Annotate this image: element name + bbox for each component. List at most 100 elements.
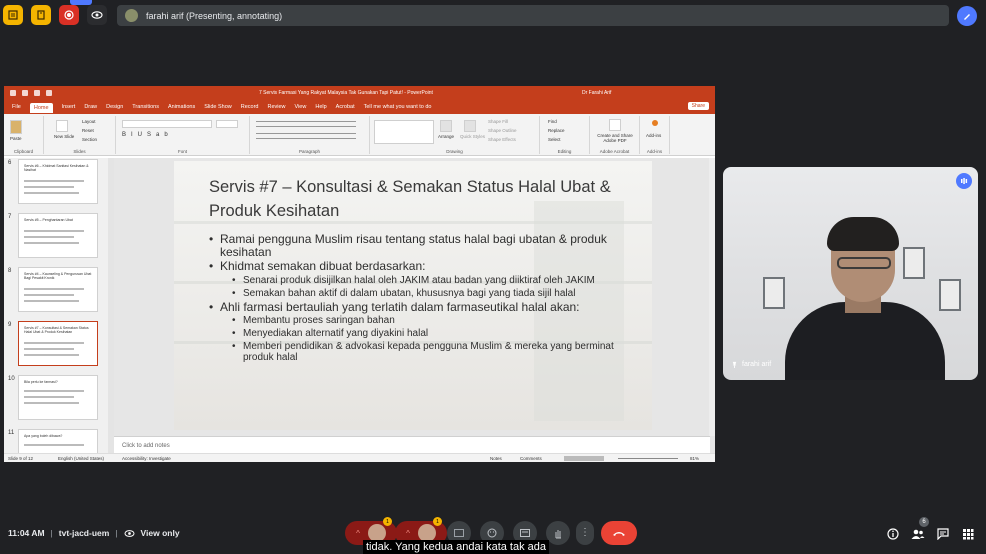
section-button[interactable]: Section <box>82 137 97 142</box>
top-bar: farahi arif (Presenting, annotating) <box>0 0 986 30</box>
new-slide-icon[interactable] <box>56 120 68 132</box>
group-slides: New Slide Layout Reset Section Slides <box>44 116 116 154</box>
tab-help[interactable]: Help <box>315 104 326 110</box>
tab-record[interactable]: Record <box>241 104 259 110</box>
activities-icon[interactable] <box>960 526 976 542</box>
new-slide-button[interactable]: New Slide <box>54 134 74 139</box>
list-icons[interactable] <box>256 121 356 127</box>
slide-thumbnail[interactable]: Bila perlu ke farmasi? <box>18 375 98 420</box>
sub-bullet: Menyediakan alternatif yang diyakini hal… <box>232 328 619 339</box>
group-font: BIUSab Font <box>116 116 250 154</box>
tab-insert[interactable]: Insert <box>62 104 76 110</box>
arrange-icon[interactable] <box>440 120 452 132</box>
arrange-button[interactable]: Arrange <box>438 134 454 139</box>
doc-icon[interactable] <box>31 5 51 25</box>
font-name-select[interactable] <box>122 120 212 128</box>
slide-thumbnail[interactable]: Servis #6 – Khidmat Sanitasi Kesihatan &… <box>18 159 98 204</box>
add-ins-icon[interactable] <box>652 120 658 126</box>
participant-video-tile[interactable]: farahi arif <box>723 167 978 380</box>
reset-button[interactable]: Reset <box>82 128 94 133</box>
group-label: Editing <box>557 149 572 154</box>
tab-slide-show[interactable]: Slide Show <box>204 104 232 110</box>
live-caption: tidak. Yang kedua andai kata tak ada <box>363 540 550 554</box>
chevron-up-icon[interactable]: ^ <box>406 529 410 538</box>
meeting-code[interactable]: tvt-jacd-uem <box>59 528 110 538</box>
tab-home[interactable]: Home <box>29 103 53 113</box>
tab-acrobat[interactable]: Acrobat <box>336 104 355 110</box>
eye-icon <box>124 529 135 537</box>
leave-call-button[interactable] <box>601 521 637 545</box>
accessibility-status[interactable]: Accessibility: Investigate <box>122 456 171 461</box>
slide-thumbnail[interactable]: Servis #4 – Kaunseling & Pengurusan Ubat… <box>18 267 98 312</box>
sub-bullets: Senarai produk disijilkan halal oleh JAK… <box>220 275 619 299</box>
avatar <box>125 9 138 22</box>
emoji-icon <box>487 528 497 538</box>
info-icon[interactable] <box>885 526 901 542</box>
thumb-title: Servis #7 – Konsultasi & Semakan Status … <box>24 326 89 334</box>
select-button[interactable]: Select <box>548 137 561 142</box>
thumb-title: Bila perlu ke farmasi? <box>24 380 58 384</box>
annotate-pen-icon[interactable] <box>957 6 977 26</box>
presenting-text: farahi arif (Presenting, annotating) <box>146 10 283 21</box>
quick-styles-icon[interactable] <box>464 120 476 132</box>
tab-view[interactable]: View <box>295 104 307 110</box>
more-options-button[interactable]: ⋮ <box>576 521 594 545</box>
thumbnail-scrollbar[interactable] <box>108 158 114 455</box>
share-button[interactable]: Share <box>687 102 709 110</box>
meeting-info: 11:04 AM | tvt-jacd-uem | View only <box>8 528 180 538</box>
presenting-banner: farahi arif (Presenting, annotating) <box>117 5 949 26</box>
captions-icon <box>454 529 464 537</box>
tab-transitions[interactable]: Transitions <box>132 104 159 110</box>
zoom-slider[interactable] <box>618 458 678 459</box>
pdf-icon[interactable] <box>609 119 621 131</box>
language-indicator[interactable]: English (United States) <box>58 456 104 461</box>
tab-design[interactable]: Design <box>106 104 123 110</box>
group-label: Clipboard <box>13 149 34 154</box>
quick-styles-button[interactable]: Quick Styles <box>460 134 485 139</box>
shape-effects-button[interactable]: Shape Effects <box>488 137 516 142</box>
slide-canvas[interactable]: Servis #7 – Konsultasi & Semakan Status … <box>174 161 652 430</box>
tab-file[interactable]: File <box>12 104 21 110</box>
slide-thumbnail-selected[interactable]: Servis #7 – Konsultasi & Semakan Status … <box>18 321 98 366</box>
paste-icon[interactable] <box>10 120 22 134</box>
paste-button[interactable]: Paste <box>10 136 22 141</box>
shapes-gallery[interactable] <box>374 120 434 144</box>
view-buttons[interactable] <box>564 456 604 461</box>
shape-fill-button[interactable]: Shape Fill <box>488 119 508 124</box>
tab-animations[interactable]: Animations <box>168 104 195 110</box>
slide-scrollbar[interactable] <box>709 158 715 436</box>
group-label: Paragraph <box>298 149 320 154</box>
chevron-up-icon[interactable]: ^ <box>356 529 360 538</box>
font-size-select[interactable] <box>216 120 238 128</box>
chat-icon[interactable] <box>935 526 951 542</box>
align-icons[interactable] <box>256 133 356 139</box>
zoom-level[interactable]: 81% <box>690 456 699 461</box>
tab-draw[interactable]: Draw <box>84 104 97 110</box>
add-ins-button[interactable]: Add-ins <box>646 133 661 138</box>
notes-toggle[interactable]: Notes <box>490 456 502 461</box>
font-format-icons[interactable]: BIUSab <box>122 132 173 138</box>
eye-icon[interactable] <box>87 5 107 25</box>
raise-hand-button[interactable] <box>546 521 570 545</box>
record-icon[interactable] <box>59 5 79 25</box>
comments-toggle[interactable]: Comments <box>520 456 542 461</box>
create-share-pdf-button[interactable]: Create and Share Adobe PDF <box>592 133 638 143</box>
tab-review[interactable]: Review <box>267 104 285 110</box>
ribbon: Paste Clipboard New Slide Layout Reset S… <box>4 114 715 156</box>
slide-thumbnail[interactable]: Apa yang boleh dibawa? <box>18 429 98 455</box>
layout-button[interactable]: Layout <box>82 119 96 124</box>
tell-me-search[interactable]: Tell me what you want to do <box>364 104 432 110</box>
wall-frame <box>903 247 925 279</box>
group-drawing: Arrange Quick Styles Shape Fill Shape Ou… <box>370 116 540 154</box>
thumb-number: 8 <box>8 268 12 274</box>
quick-access-toolbar[interactable] <box>4 90 52 96</box>
shape-outline-button[interactable]: Shape Outline <box>488 128 517 133</box>
replace-button[interactable]: Replace <box>548 128 565 133</box>
more-vert-icon: ⋮ <box>580 527 590 538</box>
find-button[interactable]: Find <box>548 119 557 124</box>
present-icon <box>520 529 530 537</box>
slide-bullets: Ramai pengguna Muslim risau tentang stat… <box>209 233 619 365</box>
notes-icon[interactable] <box>3 5 23 25</box>
people-icon[interactable]: 6 <box>910 517 929 542</box>
slide-thumbnail[interactable]: Servis #5 – Penghantaran Ubat <box>18 213 98 258</box>
